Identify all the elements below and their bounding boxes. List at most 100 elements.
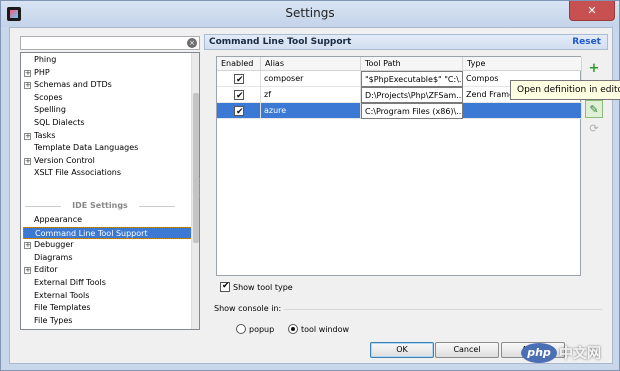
column-header-enabled[interactable]: Enabled	[217, 57, 261, 71]
tree-item-label: Phing	[34, 55, 57, 64]
tree-item[interactable]: Phing	[23, 54, 193, 66]
tree-item[interactable]: + Tasks	[23, 130, 193, 142]
enabled-checkbox[interactable]	[234, 89, 244, 103]
alias-cell[interactable]: azure	[261, 103, 361, 119]
scrollbar-thumb[interactable]	[193, 93, 199, 243]
reset-link[interactable]: Reset	[572, 37, 601, 47]
radio-icon	[236, 324, 246, 334]
expand-icon[interactable]: +	[24, 69, 31, 77]
search-input[interactable]: ×	[20, 36, 200, 50]
tree-item-label: Version Control	[34, 155, 95, 165]
panel-header: Command Line Tool Support Reset	[204, 34, 608, 50]
table-toolbar: + ✎ ⟳	[582, 56, 606, 166]
tree-item-label: File Types	[34, 315, 73, 325]
watermark-logo: php	[521, 343, 557, 363]
enabled-checkbox[interactable]	[234, 73, 244, 87]
column-header-alias[interactable]: Alias	[261, 57, 361, 71]
add-icon[interactable]: +	[585, 60, 603, 78]
tree-item[interactable]: External Tools	[23, 290, 193, 302]
tree-item[interactable]: Appearance	[23, 214, 193, 226]
tree-item[interactable]: SQL Dialects	[23, 117, 193, 129]
settings-window: Settings ✕ × Phing + PHP + Schemas and DTDs S…	[0, 0, 620, 371]
enabled-cell	[217, 103, 261, 119]
settings-content: Command Line Tool Support Reset Enabled …	[204, 34, 620, 334]
tree-item-label: Appearance	[34, 215, 83, 224]
tree-item[interactable]: Scopes	[23, 92, 193, 104]
tree-item[interactable]: Diagrams	[23, 252, 193, 264]
popup-label: popup	[249, 325, 275, 334]
alias-cell[interactable]: zf	[261, 87, 361, 103]
radio-selected-icon	[288, 324, 298, 334]
console-label: Show console in:	[214, 304, 282, 313]
enabled-cell	[217, 71, 261, 87]
tree-item[interactable]: XSLT File Associations	[23, 167, 193, 179]
tree-item[interactable]: File Templates	[23, 302, 193, 314]
tool-window-radio[interactable]: tool window	[288, 324, 349, 334]
tooltip: Open definition in editor	[510, 80, 620, 100]
tree-item-label: File Templates	[34, 303, 91, 313]
popup-radio[interactable]: popup	[236, 324, 274, 334]
tree-item[interactable]: + Version Control	[23, 155, 193, 167]
tree-item[interactable]: + Debugger	[23, 239, 193, 251]
tree-item[interactable]: General	[23, 327, 193, 329]
settings-nav: × Phing + PHP + Schemas and DTDs Scopes Spelli…	[16, 32, 200, 330]
refresh-icon[interactable]: ⟳	[585, 120, 603, 138]
watermark-text: 中文网	[559, 346, 601, 362]
tree-item-label: External Diff Tools	[34, 278, 106, 287]
table-row[interactable]: azureC:\Program Files (x86)\...	[217, 103, 582, 119]
tree-item-label: General	[34, 328, 66, 329]
tree-item[interactable]: Command Line Tool Support	[23, 226, 193, 239]
tree-item[interactable]: + Editor	[23, 264, 193, 276]
tree-item[interactable]: + Schemas and DTDs	[23, 79, 193, 91]
panel-title: Command Line Tool Support	[209, 37, 352, 47]
tree-item-label: Command Line Tool Support	[35, 228, 148, 238]
tree-item-label: Tasks	[34, 130, 56, 140]
tree-item-label: Editor	[34, 265, 58, 275]
tree-item[interactable]: File Types	[23, 315, 193, 327]
path-cell[interactable]: "$PhpExecutable$" "C:\...	[361, 71, 463, 87]
path-cell[interactable]: C:\Program Files (x86)\...	[361, 103, 463, 119]
enabled-cell	[217, 87, 261, 103]
expand-icon[interactable]: +	[24, 267, 31, 275]
tree-item-label: Spelling	[34, 105, 66, 115]
type-cell[interactable]	[463, 103, 582, 119]
tree-item-label: Template Data Languages	[34, 143, 139, 153]
clear-search-icon[interactable]: ×	[187, 38, 197, 48]
ok-button[interactable]: OK	[370, 342, 434, 358]
panel-splitter[interactable]	[199, 178, 201, 198]
tree-scrollbar[interactable]	[191, 53, 199, 329]
show-tool-type-label: Show tool type	[233, 283, 293, 292]
tree-item-label: XSLT File Associations	[34, 168, 121, 178]
tree-item-label: PHP	[34, 67, 50, 77]
close-button[interactable]: ✕	[569, 1, 615, 21]
cancel-button[interactable]: Cancel	[435, 342, 499, 358]
ide-settings-header: IDE Settings	[25, 200, 175, 212]
column-header-tool-path[interactable]: Tool Path	[361, 57, 463, 71]
watermark: php 中文网	[521, 339, 617, 367]
tree-item[interactable]: External Diff Tools	[23, 277, 193, 289]
tool-window-label: tool window	[301, 325, 350, 334]
tree-item-label: External Tools	[34, 290, 90, 300]
checkbox-icon	[220, 281, 230, 292]
dialog-body: × Phing + PHP + Schemas and DTDs Scopes Spelli…	[9, 27, 620, 364]
edit-icon[interactable]: ✎	[585, 100, 603, 118]
expand-icon[interactable]: +	[24, 132, 31, 140]
alias-cell[interactable]: composer	[261, 71, 361, 87]
settings-tree: Phing + PHP + Schemas and DTDs Scopes Spelling…	[20, 52, 200, 330]
tree-item-label: SQL Dialects	[34, 118, 85, 127]
path-cell[interactable]: D:\Projects\Php\ZFSam...	[361, 87, 463, 103]
tree-item[interactable]: Spelling	[23, 104, 193, 116]
tree-item[interactable]: + PHP	[23, 67, 193, 79]
window-title: Settings	[285, 6, 335, 20]
expand-icon[interactable]: +	[24, 82, 31, 90]
show-tool-type-checkbox[interactable]: Show tool type	[220, 281, 293, 292]
column-header-type[interactable]: Type	[463, 57, 582, 71]
tree-item-label: Scopes	[34, 92, 63, 102]
tree-item-label: Schemas and DTDs	[34, 80, 112, 90]
enabled-checkbox[interactable]	[234, 105, 244, 119]
tree-item[interactable]: Template Data Languages	[23, 142, 193, 154]
tree-item-label: Debugger	[34, 240, 74, 250]
divider	[284, 309, 602, 310]
expand-icon[interactable]: +	[24, 157, 31, 165]
expand-icon[interactable]: +	[24, 242, 31, 250]
